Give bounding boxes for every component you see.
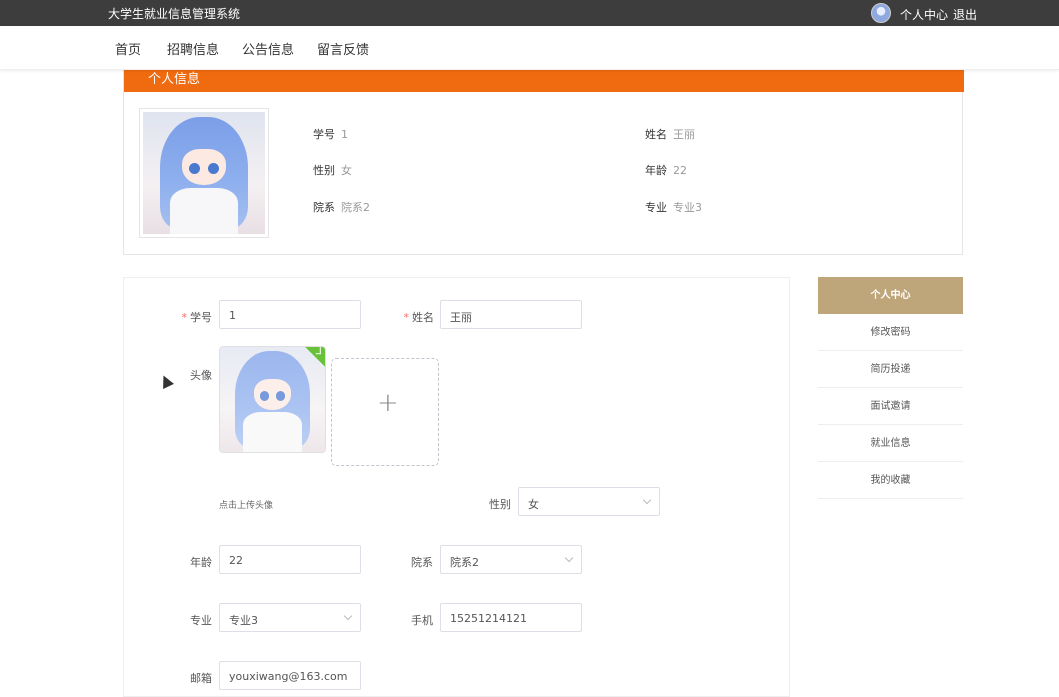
gender-select[interactable]: 女: [518, 487, 660, 516]
personal-center-link[interactable]: 个人中心: [900, 6, 948, 23]
info-student-id: 学号 1: [313, 128, 348, 141]
user-avatar[interactable]: [871, 3, 891, 23]
student-id-input[interactable]: 1: [219, 300, 361, 329]
info-name: 姓名 王丽: [645, 128, 695, 141]
info-department: 院系 院系2: [313, 201, 370, 214]
info-major: 专业 专业3: [645, 201, 702, 214]
nav-recruitment[interactable]: 招聘信息: [167, 39, 219, 58]
profile-picture: [139, 108, 269, 238]
info-gender: 性别女: [313, 164, 352, 177]
age-label: 年龄: [190, 556, 212, 569]
nav-feedback[interactable]: 留言反馈: [317, 39, 369, 58]
upload-hint: 点击上传头像: [219, 501, 274, 511]
name-label: * 姓名: [403, 311, 435, 324]
name-input[interactable]: 王丽: [440, 300, 582, 329]
phone-input[interactable]: 15251214121: [440, 603, 582, 632]
sidebar-item-employment-info[interactable]: 就业信息: [818, 425, 963, 462]
major-select[interactable]: 专业3: [219, 603, 361, 632]
sidebar-item-favorites[interactable]: 我的收藏: [818, 462, 963, 499]
sidebar-item-personal-center[interactable]: 个人中心: [818, 277, 963, 314]
info-age: 年龄 22: [645, 164, 687, 177]
uploaded-avatar[interactable]: [219, 346, 326, 453]
logout-link[interactable]: 退出: [953, 6, 977, 23]
sidebar-item-resume-submission[interactable]: 简历投递: [818, 351, 963, 388]
sidebar-item-change-password[interactable]: 修改密码: [818, 314, 963, 351]
chevron-down-icon: [642, 495, 652, 505]
sidebar-item-interview-invites[interactable]: 面试邀请: [818, 388, 963, 425]
personal-info-card: 个人信息 学号 1 姓名 王丽 性别女 年龄 22 院系 院系2 专业 专业3: [123, 60, 964, 255]
avatar-image: [143, 112, 265, 234]
top-bar: 大学生就业信息管理系统 个人中心 退出: [0, 0, 1059, 26]
department-label: 院系: [411, 556, 433, 569]
department-select[interactable]: 院系2: [440, 545, 582, 574]
chevron-down-icon: [343, 611, 353, 621]
student-id-label: * 学号: [181, 311, 213, 324]
major-label: 专业: [190, 614, 212, 627]
personal-info-title: 个人信息: [148, 72, 201, 87]
gender-label: 性别: [489, 498, 511, 511]
edit-profile-form: * 学号 1 * 姓名 王丽 头像 + 点击上传头像 性别 女 年龄 22 院系 院…: [123, 277, 790, 697]
email-label: 邮箱: [190, 672, 212, 685]
nav-announcements[interactable]: 公告信息: [242, 39, 294, 58]
phone-label: 手机: [411, 614, 433, 627]
age-input[interactable]: 22: [219, 545, 361, 574]
nav-home[interactable]: 首页: [115, 39, 141, 58]
main-nav: 首页 招聘信息 公告信息 留言反馈: [0, 26, 1059, 70]
chevron-down-icon: [564, 553, 574, 563]
plus-icon: +: [377, 388, 399, 418]
app-title: 大学生就业信息管理系统: [108, 7, 241, 21]
upload-button[interactable]: +: [331, 358, 439, 466]
user-sidebar: 个人中心 修改密码 简历投递 面试邀请 就业信息 我的收藏: [818, 277, 963, 499]
